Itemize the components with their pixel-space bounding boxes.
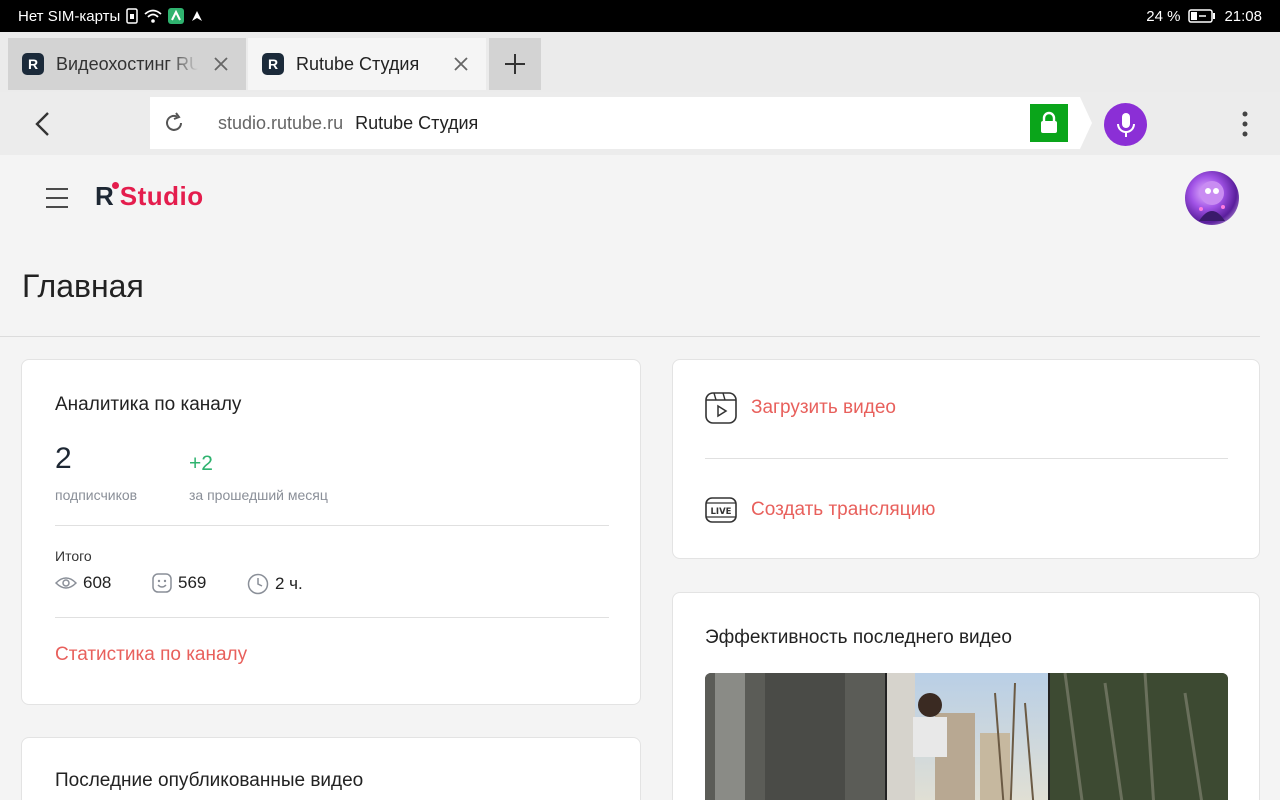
plus-icon	[505, 54, 525, 74]
upload-video-label: Загрузить видео	[751, 397, 896, 418]
page-title: Главная	[22, 268, 144, 304]
close-tab-icon[interactable]	[450, 53, 472, 75]
browser-menu-button[interactable]	[1232, 106, 1258, 142]
logo-studio: Studio	[119, 181, 204, 211]
subscriber-count: 2	[55, 442, 72, 475]
smile-icon	[152, 573, 172, 593]
chevron-left-icon	[35, 112, 49, 136]
header-divider	[0, 336, 1260, 337]
clock: 21:08	[1224, 7, 1262, 25]
app-notification-icon	[168, 8, 185, 24]
recent-videos-card: Последние опубликованные видео	[21, 737, 641, 800]
live-stream-icon: LIVE	[705, 497, 737, 523]
tab-rutube-studio[interactable]: R Rutube Студия	[248, 38, 486, 90]
logo-r: R	[95, 181, 114, 211]
close-tab-icon[interactable]	[210, 53, 232, 75]
tab-title: Видеохостинг RUTUBE	[56, 53, 198, 74]
channel-analytics-card: Аналитика по каналу 2 +2 подписчиков за …	[21, 359, 641, 705]
reload-icon	[166, 112, 182, 131]
card-title: Эффективность последнего видео	[705, 627, 1012, 648]
eye-icon	[55, 577, 77, 589]
views-count: 608	[83, 573, 112, 592]
rutube-favicon-icon: R	[22, 53, 44, 75]
url-domain: studio.rutube.ru	[218, 112, 344, 133]
more-vertical-icon	[1242, 111, 1248, 137]
subscriber-growth: +2	[189, 452, 213, 475]
reactions-count: 569	[178, 573, 207, 592]
wifi-icon	[144, 9, 162, 23]
hamburger-icon	[46, 188, 68, 208]
navigation-notification-icon	[190, 9, 204, 23]
sim-icon	[126, 8, 139, 24]
browser-tab-bar: R Видеохостинг RUTUBE R Rutube Студия	[0, 32, 1280, 92]
watch-time-stat: 2 ч.	[247, 573, 303, 595]
secure-lock-button[interactable]	[1030, 104, 1068, 142]
rutube-studio-logo[interactable]: R Studio	[95, 181, 204, 212]
views-stat: 608	[55, 573, 111, 593]
new-tab-button[interactable]	[489, 38, 541, 90]
clock-icon	[247, 573, 269, 595]
last-video-performance-card: Эффективность последнего видео	[672, 592, 1260, 800]
video-upload-icon	[705, 392, 737, 424]
browser-navigation-bar: studio.rutube.ru Rutube Студия	[0, 92, 1280, 155]
last-video-thumbnail[interactable]	[705, 673, 1228, 800]
voice-search-button[interactable]	[1104, 103, 1147, 146]
logo-dot	[111, 182, 119, 189]
tab-title: Rutube Студия	[296, 53, 420, 74]
back-button[interactable]	[24, 106, 60, 142]
channel-stats-link[interactable]: Статистика по каналу	[55, 644, 247, 666]
url-page-title: Rutube Студия	[355, 112, 479, 133]
divider	[55, 617, 609, 618]
growth-caption: за прошедший месяц	[189, 487, 328, 503]
watch-time-value: 2 ч.	[275, 574, 303, 593]
carrier-label: Нет SIM-карты	[18, 7, 121, 25]
upload-video-action[interactable]: Загрузить видео	[705, 392, 896, 424]
reload-button[interactable]	[150, 97, 198, 149]
address-bar[interactable]: studio.rutube.ru Rutube Студия	[150, 97, 1092, 149]
menu-button[interactable]	[44, 187, 70, 209]
divider	[705, 458, 1228, 459]
card-title: Последние опубликованные видео	[55, 770, 364, 791]
subscriber-caption: подписчиков	[55, 487, 138, 503]
lock-icon	[1041, 111, 1057, 133]
live-icon-text: LIVE	[711, 507, 732, 517]
create-stream-action[interactable]: LIVE Создать трансляцию	[705, 494, 935, 526]
battery-icon	[1188, 9, 1216, 23]
quick-actions-card: Загрузить видео LIVE Создать трансляцию	[672, 359, 1260, 559]
card-title: Аналитика по каналу	[55, 394, 242, 415]
divider	[55, 525, 609, 526]
tab-rutube-hosting[interactable]: R Видеохостинг RUTUBE	[8, 38, 246, 90]
total-label: Итого	[55, 548, 92, 564]
rutube-favicon-icon: R	[262, 53, 284, 75]
battery-percent: 24 %	[1146, 7, 1181, 25]
reactions-stat: 569	[152, 573, 206, 593]
status-bar: Нет SIM-карты 24 % 21:08	[0, 0, 1280, 32]
microphone-icon	[1116, 112, 1135, 137]
user-avatar[interactable]	[1185, 171, 1239, 225]
create-stream-label: Создать трансляцию	[751, 499, 936, 520]
studio-header: R Studio	[0, 155, 1280, 240]
